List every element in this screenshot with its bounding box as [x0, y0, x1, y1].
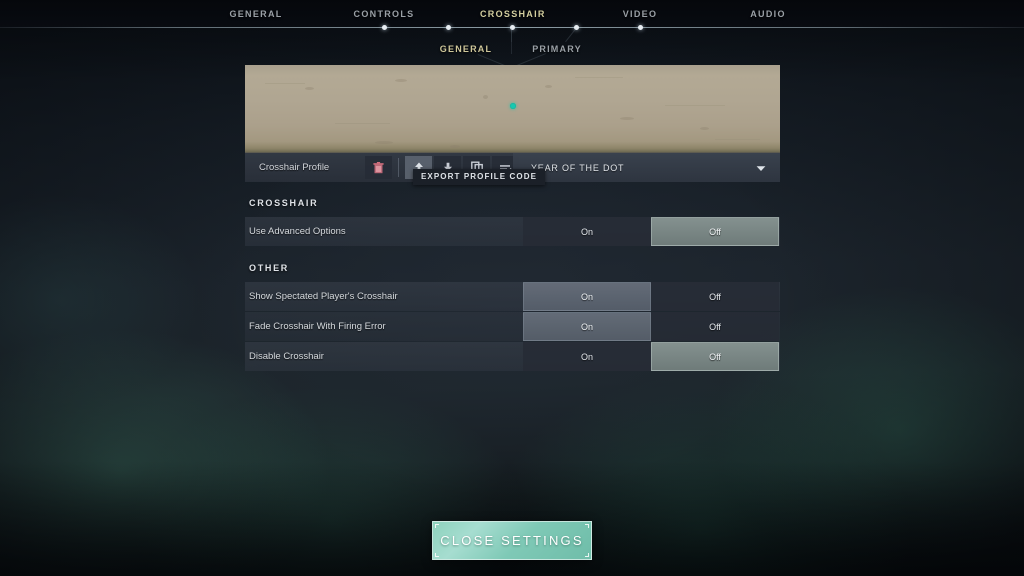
sub-navigation-zone: GENERAL PRIMARY — [0, 27, 1024, 69]
toggle-group: On Off — [523, 217, 780, 246]
tab-audio[interactable]: AUDIO — [736, 9, 800, 19]
trash-icon — [373, 161, 384, 173]
top-navigation-bar: GENERAL CONTROLS CROSSHAIR VIDEO AUDIO — [0, 0, 1024, 30]
toggle-option-on[interactable]: On — [523, 217, 651, 246]
crosshair-dot — [509, 102, 516, 109]
toggle-option-off[interactable]: Off — [651, 282, 779, 311]
settings-panel: Crosshair Profile YEAR OF THE DOT EXPORT… — [245, 65, 780, 372]
toggle-option-off[interactable]: Off — [651, 217, 779, 246]
toggle-option-on[interactable]: On — [523, 282, 651, 311]
tab-crosshair[interactable]: CROSSHAIR — [480, 9, 544, 19]
close-settings-button[interactable]: CLOSE SETTINGS — [432, 521, 592, 560]
tab-controls[interactable]: CONTROLS — [352, 9, 416, 19]
section-header-other: OTHER — [249, 263, 289, 273]
crosshair-profile-row: Crosshair Profile YEAR OF THE DOT EXPORT… — [245, 153, 780, 185]
crosshair-profile-label: Crosshair Profile — [259, 162, 330, 173]
subtab-primary[interactable]: PRIMARY — [529, 44, 585, 54]
toggle-option-on[interactable]: On — [523, 342, 651, 371]
setting-label: Disable Crosshair — [249, 351, 324, 362]
delete-profile-button[interactable] — [365, 156, 392, 179]
section-header-crosshair: CROSSHAIR — [249, 198, 319, 208]
setting-row: Use Advanced Options On Off — [245, 217, 780, 246]
main-tab-list: GENERAL CONTROLS CROSSHAIR VIDEO AUDIO — [0, 0, 1024, 27]
connector-diagonal-primary — [565, 27, 577, 42]
settings-sections: CROSSHAIR Use Advanced Options On Off OTHER S… — [245, 182, 780, 371]
toggle-option-off[interactable]: Off — [651, 312, 779, 341]
chevron-down-icon — [756, 159, 766, 177]
subtab-general[interactable]: GENERAL — [438, 44, 494, 54]
dropdown-selected-value: YEAR OF THE DOT — [531, 162, 625, 173]
crosshair-preview — [245, 65, 780, 153]
connector-stem-lower — [511, 42, 512, 54]
toggle-option-off[interactable]: Off — [651, 342, 779, 371]
toggle-group: On Off — [523, 342, 780, 371]
toolbar-divider — [398, 158, 399, 177]
tab-general[interactable]: GENERAL — [224, 9, 288, 19]
setting-row: Disable Crosshair On Off — [245, 342, 780, 371]
crosshair-profile-dropdown[interactable]: YEAR OF THE DOT — [513, 153, 780, 182]
setting-label: Fade Crosshair With Firing Error — [249, 321, 386, 332]
export-profile-code-tooltip: EXPORT PROFILE CODE — [413, 169, 546, 185]
setting-label: Use Advanced Options — [249, 226, 346, 237]
setting-label: Show Spectated Player's Crosshair — [249, 291, 398, 302]
setting-row: Fade Crosshair With Firing Error On Off — [245, 312, 780, 341]
toggle-option-on[interactable]: On — [523, 312, 651, 341]
setting-row: Show Spectated Player's Crosshair On Off — [245, 282, 780, 311]
toggle-group: On Off — [523, 282, 780, 311]
connector-stem-crosshair — [511, 28, 512, 42]
tab-video[interactable]: VIDEO — [608, 9, 672, 19]
toggle-group: On Off — [523, 312, 780, 341]
close-settings-label: CLOSE SETTINGS — [440, 533, 584, 548]
